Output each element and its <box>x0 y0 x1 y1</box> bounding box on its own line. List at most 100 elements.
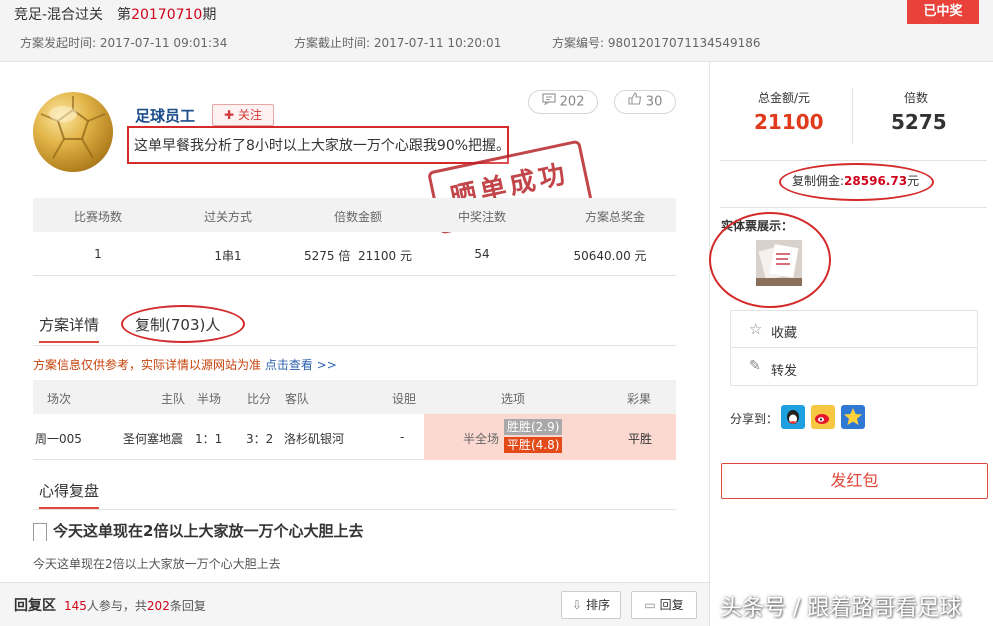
review-section-title[interactable]: 心得复盘 <box>39 480 100 509</box>
column-divider <box>709 62 710 626</box>
header-half: 半场 <box>197 392 222 406</box>
total-amount-value: 21100 <box>754 110 824 134</box>
multiple-value: 5275 <box>891 110 947 134</box>
start-time-value: 2017-07-11 09:01:34 <box>99 36 228 50</box>
comment-count-button[interactable]: 202 <box>528 90 598 114</box>
watermark: 头条号 / 跟着路哥看足球 <box>720 596 962 621</box>
tab-plan-detail[interactable]: 方案详情 <box>39 314 100 343</box>
summary-header-bets: 中奖注数 <box>457 210 506 224</box>
end-time-label: 方案截止时间: <box>294 36 371 50</box>
plan-number-label: 方案编号: <box>552 36 605 50</box>
review-section-header: 心得复盘 <box>33 474 676 510</box>
summary-matches: 1 <box>94 247 102 261</box>
match-table: 场次 主队 半场 比分 客队 设胆 选项 彩果 周一005 圣何塞地震 1：1 … <box>33 380 676 460</box>
match-header-row: 场次 主队 半场 比分 客队 设胆 选项 彩果 <box>33 380 676 414</box>
period-number: 20170710 <box>131 7 203 23</box>
plus-icon: ✚ <box>224 108 235 122</box>
multiple-label: 倍数 <box>904 91 929 105</box>
collect-button[interactable]: ☆ 收藏 <box>731 311 977 348</box>
match-home[interactable]: 圣何塞地震 <box>123 430 183 447</box>
commission-label: 复制佣金: <box>792 174 845 188</box>
header-away: 客队 <box>285 392 310 406</box>
summary-prize: 50640.00 元 <box>573 249 647 263</box>
sort-icon: ⇩ <box>572 598 583 612</box>
participant-suffix: 人参与，共 <box>86 599 147 613</box>
option-type: 半全场 <box>463 432 500 446</box>
thumbs-up-icon <box>628 91 642 113</box>
match-result: 平胜 <box>628 432 653 446</box>
header-round: 场次 <box>47 392 72 406</box>
summary-bets: 54 <box>474 247 490 261</box>
author-name[interactable]: 足球员工 <box>135 105 195 126</box>
view-source-link[interactable]: 点击查看 >> <box>265 358 337 372</box>
end-time: 方案截止时间: 2017-07-11 10:20:01 <box>294 34 501 51</box>
comment-count: 202 <box>559 94 585 110</box>
bookmark-icon <box>33 522 47 541</box>
summary-amount: 5275 倍 21100 元 <box>304 249 412 263</box>
commission-unit: 元 <box>907 174 920 188</box>
star-icon: ☆ <box>749 320 763 338</box>
like-count: 30 <box>645 94 663 110</box>
participant-count: 145 <box>64 599 87 613</box>
start-time-label: 方案发起时间: <box>20 36 97 50</box>
summary-header-amount: 倍数金额 <box>333 210 382 224</box>
share-edit-icon: ✎ <box>749 358 761 374</box>
reply-bar: 回复区 145人参与，共202条回复 ⇩ 排序 ▭ 回复 <box>0 582 709 626</box>
reply-suffix: 条回复 <box>169 599 206 613</box>
post-body: 今天这单现在2倍以上大家放一万个心大胆上去 <box>33 557 281 571</box>
start-time: 方案发起时间: 2017-07-11 09:01:34 <box>20 34 227 51</box>
plan-description: 这单早餐我分析了8小时以上大家放一万个心跟我90%把握。 <box>134 138 511 154</box>
title-suffix: 期 <box>202 7 217 23</box>
divider <box>720 207 987 208</box>
sort-button[interactable]: ⇩ 排序 <box>561 591 621 619</box>
option-odds-2: 平胜(4.8) <box>504 437 563 453</box>
plan-title: 竞足-混合过关 第20170710期 <box>14 4 216 24</box>
end-time-value: 2017-07-11 10:20:01 <box>373 36 502 50</box>
action-list: ☆ 收藏 ✎ 转发 <box>730 310 978 386</box>
option-odds-1: 胜胜(2.9) <box>504 419 563 435</box>
send-red-packet-button[interactable]: 发红包 <box>721 463 988 499</box>
plan-header: 竞足-混合过关 第20170710期 方案发起时间: 2017-07-11 09… <box>0 0 993 62</box>
plan-number-value: 98012017071134549186 <box>607 36 761 50</box>
reply-area-label: 回复区 <box>14 598 56 614</box>
title-prefix: 竞足-混合过关 第 <box>14 7 132 23</box>
copy-count-highlight <box>121 305 245 343</box>
ticket-thumbnail[interactable] <box>756 240 802 286</box>
sort-label: 排序 <box>585 598 610 612</box>
qq-share-icon[interactable] <box>781 405 805 429</box>
match-handicap: - <box>400 430 405 444</box>
summary-pass-type: 1串1 <box>214 249 242 263</box>
like-button[interactable]: 30 <box>614 90 676 114</box>
follow-button[interactable]: ✚ 关注 <box>212 104 274 126</box>
commission-value: 28596.73 <box>844 174 908 188</box>
reply-button[interactable]: ▭ 回复 <box>631 591 697 619</box>
avatar[interactable] <box>33 92 113 172</box>
total-amount-label: 总金额/元 <box>758 91 811 105</box>
comment-icon <box>541 91 556 113</box>
follow-label: 关注 <box>237 108 262 122</box>
qzone-share-icon[interactable] <box>841 405 865 429</box>
post-title: 今天这单现在2倍以上大家放一万个心大胆上去 <box>33 520 363 541</box>
golden-ball-icon <box>40 96 106 159</box>
plan-summary-table: 比赛场数 过关方式 倍数金额 中奖注数 方案总奖金 1 1串1 5275 倍 2… <box>33 198 676 276</box>
header-home: 主队 <box>161 392 186 406</box>
header-score: 比分 <box>247 392 272 406</box>
info-notice: 方案信息仅供参考，实际详情以源网站为准 点击查看 >> <box>33 356 337 373</box>
match-score: 3：2 <box>246 432 274 446</box>
forward-button[interactable]: ✎ 转发 <box>731 349 977 386</box>
share-label: 分享到： <box>730 412 779 426</box>
divider <box>720 160 987 161</box>
table-row: 周一005 圣何塞地震 1：1 3：2 洛杉矶银河 - 半全场 胜胜(2.9) … <box>33 414 676 460</box>
reply-label: 回复 <box>659 598 684 612</box>
post-title-text: 今天这单现在2倍以上大家放一万个心大胆上去 <box>53 522 364 540</box>
stat-divider <box>852 88 853 144</box>
forward-label: 转发 <box>771 364 798 379</box>
match-away[interactable]: 洛杉矶银河 <box>284 430 344 447</box>
reply-icon: ▭ <box>644 598 656 612</box>
weibo-share-icon[interactable] <box>811 405 835 429</box>
reply-stats: 145人参与，共202条回复 <box>64 597 206 614</box>
notice-text: 方案信息仅供参考，实际详情以源网站为准 <box>33 358 265 372</box>
header-handicap: 设胆 <box>392 392 417 406</box>
summary-header-prize: 方案总奖金 <box>584 210 645 224</box>
match-round: 周一005 <box>35 432 82 446</box>
